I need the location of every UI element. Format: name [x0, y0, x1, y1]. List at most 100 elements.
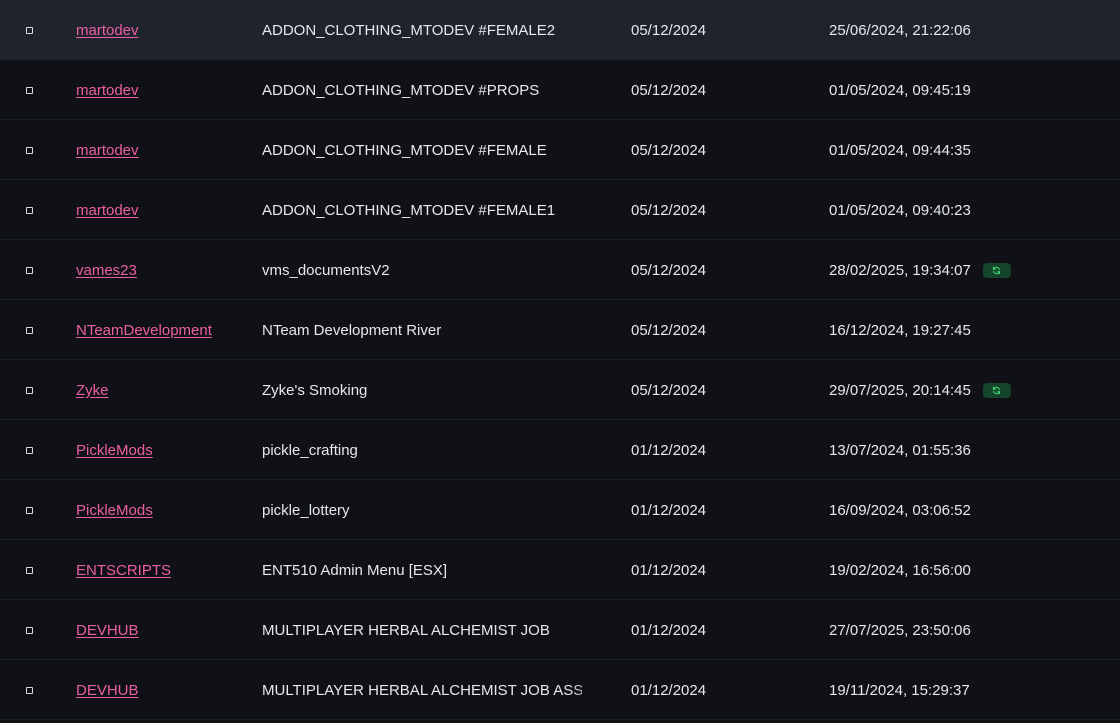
author-cell: martodev	[76, 60, 256, 120]
updated-cell: 16/12/2024, 19:27:45	[829, 300, 1089, 360]
row-checkbox[interactable]	[25, 146, 33, 154]
row-select-cell	[22, 0, 36, 60]
table-row[interactable]: ENTSCRIPTS ENT510 Admin Menu [ESX] 01/12/2…	[0, 540, 1120, 600]
author-link[interactable]: DEVHUB	[76, 682, 139, 699]
table-row[interactable]: martodev ADDON_CLOTHING_MTODEV #FEMALE 05/…	[0, 120, 1120, 180]
author-link[interactable]: martodev	[76, 202, 139, 219]
author-link[interactable]: vames23	[76, 262, 137, 279]
updated-cell: 25/06/2024, 21:22:06	[829, 0, 1089, 60]
asset-name-cell: MULTIPLAYER HERBAL ALCHEMIST JOB	[262, 600, 582, 660]
row-select-cell	[22, 540, 36, 600]
table-row[interactable]: martodev ADDON_CLOTHING_MTODEV #FEMALE1 05…	[0, 180, 1120, 240]
row-checkbox[interactable]	[25, 206, 33, 214]
author-cell: vames23	[76, 240, 256, 300]
author-link[interactable]: martodev	[76, 82, 139, 99]
last-updated: 19/11/2024, 15:29:37	[829, 681, 970, 699]
table-row[interactable]: martodev ADDON_CLOTHING_MTODEV #PROPS 05/1…	[0, 60, 1120, 120]
author-link[interactable]: ENTSCRIPTS	[76, 562, 171, 579]
table-row[interactable]: DEVHUB MULTIPLAYER HERBAL ALCHEMIST JOB 01…	[0, 600, 1120, 660]
asset-name-cell: NTeam Development River	[262, 300, 582, 360]
asset-name-cell: ADDON_CLOTHING_MTODEV #FEMALE	[262, 120, 582, 180]
row-checkbox[interactable]	[25, 446, 33, 454]
author-link[interactable]: PickleMods	[76, 502, 153, 519]
table-row[interactable]: martodev ADDON_CLOTHING_MTODEV #FEMALE2 05…	[0, 0, 1120, 60]
updated-cell: 28/02/2025, 19:34:07	[829, 240, 1089, 300]
updated-cell: 19/11/2024, 15:29:37	[829, 660, 1089, 720]
author-link[interactable]: martodev	[76, 22, 139, 39]
author-link[interactable]: Zyke	[76, 382, 109, 399]
last-updated: 28/02/2025, 19:34:07	[829, 261, 971, 279]
updated-cell: 29/07/2025, 20:14:45	[829, 360, 1089, 420]
last-updated: 01/05/2024, 09:40:23	[829, 201, 971, 219]
author-cell: Zyke	[76, 360, 256, 420]
purchase-date: 01/12/2024	[631, 681, 707, 699]
row-checkbox[interactable]	[25, 566, 33, 574]
row-checkbox[interactable]	[25, 266, 33, 274]
row-select-cell	[22, 600, 36, 660]
author-cell: NTeamDevelopment	[76, 300, 256, 360]
asset-name-cell: pickle_crafting	[262, 420, 582, 480]
asset-name: vms_documentsV2	[262, 261, 390, 279]
update-available-badge[interactable]	[982, 382, 1011, 398]
author-link[interactable]: PickleMods	[76, 442, 153, 459]
asset-name-cell: vms_documentsV2	[262, 240, 582, 300]
author-link[interactable]: DEVHUB	[76, 622, 139, 639]
author-cell: PickleMods	[76, 480, 256, 540]
row-select-cell	[22, 180, 36, 240]
row-select-cell	[22, 60, 36, 120]
table-row[interactable]: PickleMods pickle_crafting 01/12/2024 13/07…	[0, 420, 1120, 480]
asset-name: ADDON_CLOTHING_MTODEV #FEMALE2	[262, 21, 556, 39]
purchase-date: 05/12/2024	[631, 261, 707, 279]
purchase-date: 05/12/2024	[631, 141, 707, 159]
author-cell: martodev	[76, 120, 256, 180]
last-updated: 19/02/2024, 16:56:00	[829, 561, 971, 579]
refresh-icon	[993, 386, 1001, 394]
author-cell: DEVHUB	[76, 600, 256, 660]
asset-name: Zyke's Smoking	[262, 381, 368, 399]
asset-name: ADDON_CLOTHING_MTODEV #FEMALE1	[262, 201, 556, 219]
updated-cell: 01/05/2024, 09:44:35	[829, 120, 1089, 180]
author-link[interactable]: martodev	[76, 142, 139, 159]
update-available-badge[interactable]	[982, 262, 1011, 278]
asset-name: NTeam Development River	[262, 321, 442, 339]
updated-cell: 27/07/2025, 23:50:06	[829, 600, 1089, 660]
row-checkbox[interactable]	[25, 26, 33, 34]
table-row[interactable]: NTeamDevelopment NTeam Development River 0…	[0, 300, 1120, 360]
row-select-cell	[22, 360, 36, 420]
asset-name-cell: ADDON_CLOTHING_MTODEV #PROPS	[262, 60, 582, 120]
purchase-date: 05/12/2024	[631, 21, 707, 39]
author-cell: martodev	[76, 0, 256, 60]
row-checkbox[interactable]	[25, 506, 33, 514]
purchase-date: 05/12/2024	[631, 81, 707, 99]
row-select-cell	[22, 240, 36, 300]
author-cell: PickleMods	[76, 420, 256, 480]
row-select-cell	[22, 480, 36, 540]
purchase-date: 05/12/2024	[631, 381, 707, 399]
updated-cell: 16/09/2024, 03:06:52	[829, 480, 1089, 540]
asset-name-cell: Zyke's Smoking	[262, 360, 582, 420]
author-cell: ENTSCRIPTS	[76, 540, 256, 600]
asset-name-cell: ADDON_CLOTHING_MTODEV #FEMALE1	[262, 180, 582, 240]
table-row[interactable]: PickleMods pickle_lottery 01/12/2024 16/09/…	[0, 480, 1120, 540]
table-row[interactable]: DEVHUB MULTIPLAYER HERBAL ALCHEMIST JOB A…	[0, 660, 1120, 720]
table-row[interactable]: Zyke Zyke's Smoking 05/12/2024 29/07/2025, …	[0, 360, 1120, 420]
row-checkbox[interactable]	[25, 326, 33, 334]
row-select-cell	[22, 660, 36, 720]
updated-cell: 19/02/2024, 16:56:00	[829, 540, 1089, 600]
table-row[interactable]: vames23 vms_documentsV2 05/12/2024 28/02/20…	[0, 240, 1120, 300]
row-checkbox[interactable]	[25, 686, 33, 694]
asset-name-cell: ENT510 Admin Menu [ESX]	[262, 540, 582, 600]
asset-name: ADDON_CLOTHING_MTODEV #FEMALE	[262, 141, 547, 159]
row-select-cell	[22, 300, 36, 360]
last-updated: 01/05/2024, 09:44:35	[829, 141, 971, 159]
row-checkbox[interactable]	[25, 86, 33, 94]
asset-name: pickle_crafting	[262, 441, 358, 459]
author-link[interactable]: NTeamDevelopment	[76, 322, 212, 339]
refresh-icon	[993, 266, 1001, 274]
row-select-cell	[22, 420, 36, 480]
row-checkbox[interactable]	[25, 626, 33, 634]
asset-name: ENT510 Admin Menu [ESX]	[262, 561, 448, 579]
author-cell: martodev	[76, 180, 256, 240]
row-checkbox[interactable]	[25, 386, 33, 394]
last-updated: 29/07/2025, 20:14:45	[829, 381, 971, 399]
